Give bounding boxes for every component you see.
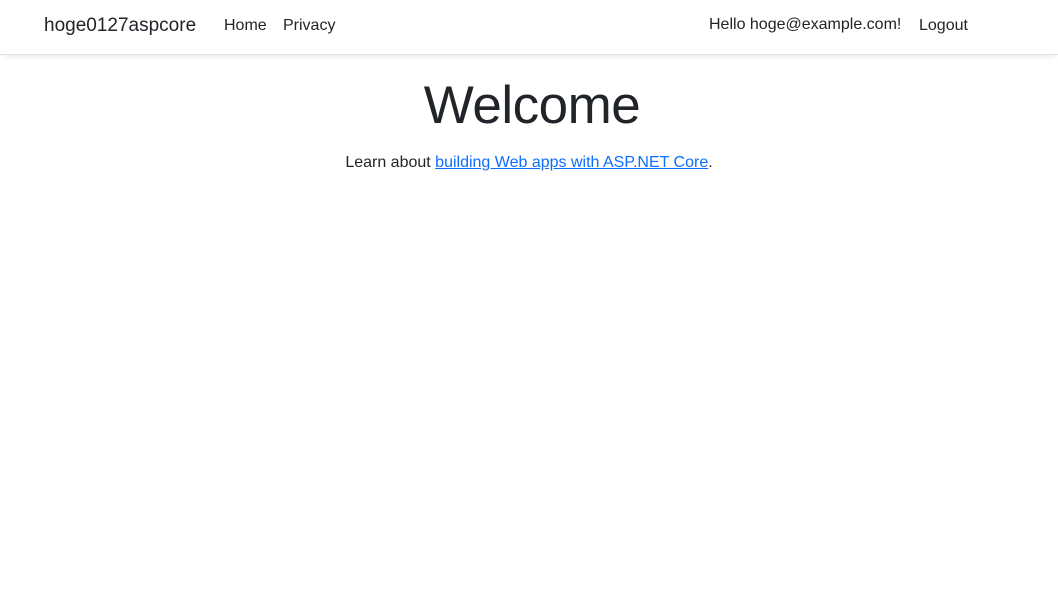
learn-prefix-text: Learn about bbox=[345, 154, 436, 171]
learn-suffix-text: . bbox=[708, 154, 713, 171]
aspnet-docs-link[interactable]: building Web apps with ASP.NET Core bbox=[435, 154, 708, 171]
account-greeting-link[interactable]: Hello hoge@example.com! bbox=[709, 15, 901, 35]
main-content: Welcome Learn about building Web apps wi… bbox=[0, 55, 1058, 173]
learn-paragraph: Learn about building Web apps with ASP.N… bbox=[0, 153, 1058, 173]
page-title: Welcome bbox=[423, 76, 641, 135]
nav-home-link[interactable]: Home bbox=[224, 16, 267, 36]
nav-privacy-link[interactable]: Privacy bbox=[283, 16, 335, 36]
brand-link[interactable]: hoge0127aspcore bbox=[44, 14, 196, 38]
top-navbar: hoge0127aspcore Home Privacy Hello hoge@… bbox=[0, 0, 1058, 55]
logout-button[interactable]: Logout bbox=[919, 16, 968, 36]
